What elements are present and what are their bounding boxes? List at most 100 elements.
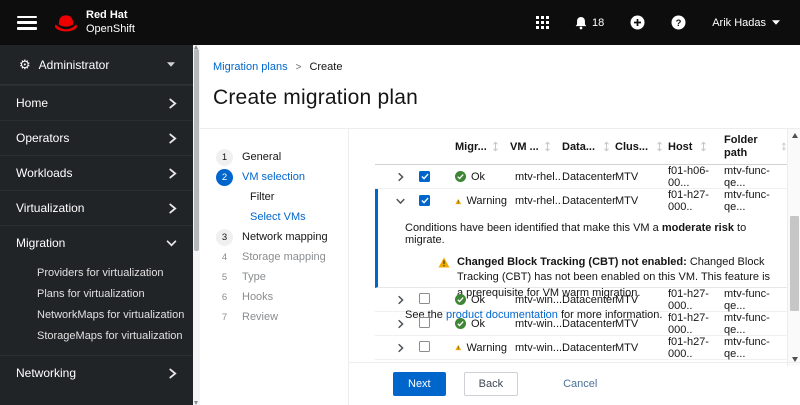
row-checkbox[interactable] xyxy=(419,170,430,182)
wizard-content-panel: Migr... VM ... Data... Clus... Host Fold… xyxy=(349,129,800,405)
vm-name: mtv-rhel... xyxy=(515,170,562,183)
expand-chevron-right-icon[interactable] xyxy=(397,172,404,182)
vm-folder-path: mtv-func-qe... xyxy=(724,335,770,360)
migration-status: Warning xyxy=(466,341,507,354)
sort-icon xyxy=(544,141,550,152)
step-label: Storage mapping xyxy=(242,251,326,263)
wizard-step-hooks[interactable]: 6 Hooks xyxy=(200,287,348,307)
column-header-datacenter[interactable]: Data... xyxy=(562,141,595,153)
sidebar-item-label: Networking xyxy=(16,366,77,380)
chevron-right-icon xyxy=(168,203,177,214)
vm-host: f01-h27-000.. xyxy=(668,189,709,213)
sidebar-item-storagemaps-for-virtualization[interactable]: StorageMaps for virtualization xyxy=(0,325,193,346)
chevron-right-icon xyxy=(168,368,177,379)
sidebar-nav: ⚙ Administrator Home Operators Workloads… xyxy=(0,45,193,405)
expand-chevron-right-icon[interactable] xyxy=(397,343,404,353)
vm-cluster: MTV xyxy=(615,317,639,330)
sidebar-scrollbar-thumb[interactable] xyxy=(194,49,199,251)
column-header-vm[interactable]: VM ... xyxy=(510,141,539,153)
vm-folder-path: mtv-func-qe... xyxy=(724,287,770,312)
row-checkbox[interactable] xyxy=(419,292,430,304)
user-name: Arik Hadas xyxy=(712,16,766,29)
step-label: General xyxy=(242,151,282,163)
notifications-button[interactable]: 18 xyxy=(575,16,604,30)
sidebar-item-label: Workloads xyxy=(16,166,73,180)
column-header-folder-path[interactable]: Folder path xyxy=(724,134,773,159)
step-number: 6 xyxy=(221,291,228,303)
vm-cluster: MTV xyxy=(615,293,639,306)
wizard-step-network-mapping[interactable]: 3 Network mapping xyxy=(200,227,348,247)
redhat-fedora-icon xyxy=(53,12,79,33)
migration-status: Ok xyxy=(471,293,486,306)
step-label: Hooks xyxy=(242,291,274,303)
sidebar-item-label: Migration xyxy=(16,236,66,250)
sidebar-item-workloads[interactable]: Workloads xyxy=(0,155,193,190)
wizard-step-general[interactable]: 1 General xyxy=(200,147,348,167)
breadcrumb-link-migration-plans[interactable]: Migration plans xyxy=(213,61,288,73)
table-scrollbar-thumb[interactable] xyxy=(790,216,799,311)
sidebar-item-networkmaps-for-virtualization[interactable]: NetworkMaps for virtualization xyxy=(0,304,193,325)
wizard: 1 General 2 VM selection Filter Select V… xyxy=(200,128,800,405)
vm-cluster: MTV xyxy=(615,170,639,183)
row-checkbox[interactable] xyxy=(419,340,430,352)
vm-name: mtv-win... xyxy=(515,293,562,306)
warning-triangle-icon xyxy=(455,198,462,204)
vm-cluster: MTV xyxy=(615,195,639,207)
wizard-step-review[interactable]: 7 Review xyxy=(200,307,348,327)
warning-triangle-icon xyxy=(455,344,462,351)
row-checkbox[interactable] xyxy=(419,195,430,206)
table-scrollbar[interactable] xyxy=(787,129,800,366)
sidebar-item-home[interactable]: Home xyxy=(0,85,193,120)
sort-icon xyxy=(657,141,662,152)
nav-toggle-hamburger-icon[interactable] xyxy=(17,15,37,30)
column-header-migration[interactable]: Migr... xyxy=(455,141,487,153)
sidebar-item-virtualization[interactable]: Virtualization xyxy=(0,190,193,225)
step-number: 3 xyxy=(216,228,233,246)
sidebar-item-networking[interactable]: Networking xyxy=(0,355,193,390)
sidebar-item-plans-for-virtualization[interactable]: Plans for virtualization xyxy=(0,283,193,304)
help-question-circle-icon[interactable]: ? xyxy=(671,15,686,30)
vm-host: f01-h27-000.. xyxy=(668,287,709,312)
expand-chevron-right-icon[interactable] xyxy=(397,319,404,329)
add-plus-circle-icon[interactable] xyxy=(630,15,645,30)
vm-name: mtv-win... xyxy=(515,317,562,330)
step-label: Network mapping xyxy=(242,231,328,243)
next-button[interactable]: Next xyxy=(393,372,446,396)
wizard-step-type[interactable]: 5 Type xyxy=(200,267,348,287)
vm-datacenter: Datacenter xyxy=(562,341,616,354)
vm-host: f01-h06-00... xyxy=(668,164,709,189)
step-number: 5 xyxy=(221,271,228,283)
step-label: Review xyxy=(242,311,279,323)
sidebar-scrollbar[interactable] xyxy=(193,45,200,405)
migration-status: Warning xyxy=(466,195,507,207)
column-header-host[interactable]: Host xyxy=(668,141,692,153)
risk-intro-prefix: Conditions have been identified that mak… xyxy=(405,222,662,234)
table-row: Ok mtv-rhel... Datacenter MTV f01-h06-00… xyxy=(375,165,787,189)
sidebar-item-providers-for-virtualization[interactable]: Providers for virtualization xyxy=(0,262,193,283)
step-number: 1 xyxy=(216,148,233,166)
perspective-switcher[interactable]: ⚙ Administrator xyxy=(0,45,193,85)
brand-line2: OpenShift xyxy=(86,22,135,35)
expand-chevron-right-icon[interactable] xyxy=(397,295,404,305)
wizard-step-select-vms[interactable]: Select VMs xyxy=(200,207,348,227)
cancel-button[interactable]: Cancel xyxy=(553,372,607,396)
masthead: Red Hat OpenShift 18 ? Arik Hadas xyxy=(0,0,800,45)
ok-check-circle-icon xyxy=(455,171,466,182)
sidebar-item-operators[interactable]: Operators xyxy=(0,120,193,155)
user-menu[interactable]: Arik Hadas xyxy=(712,17,780,29)
scroll-down-arrow-icon[interactable] xyxy=(194,401,198,405)
wizard-step-vm-selection[interactable]: 2 VM selection xyxy=(200,167,348,187)
sort-icon xyxy=(492,141,498,152)
row-checkbox[interactable] xyxy=(419,316,430,328)
column-header-cluster[interactable]: Clus... xyxy=(615,141,648,153)
collapse-chevron-down-icon[interactable] xyxy=(396,196,405,206)
sidebar-item-migration[interactable]: Migration xyxy=(0,225,193,260)
scroll-up-arrow-icon[interactable] xyxy=(791,133,798,138)
wizard-step-filter[interactable]: Filter xyxy=(200,187,348,207)
vm-folder-path: mtv-func-qe... xyxy=(724,311,770,336)
app-launcher-icon[interactable] xyxy=(535,16,549,29)
back-button[interactable]: Back xyxy=(463,372,519,396)
wizard-step-storage-mapping[interactable]: 4 Storage mapping xyxy=(200,247,348,267)
vm-datacenter: Datacenter xyxy=(562,293,616,306)
vm-table: Migr... VM ... Data... Clus... Host Fold… xyxy=(375,129,787,360)
